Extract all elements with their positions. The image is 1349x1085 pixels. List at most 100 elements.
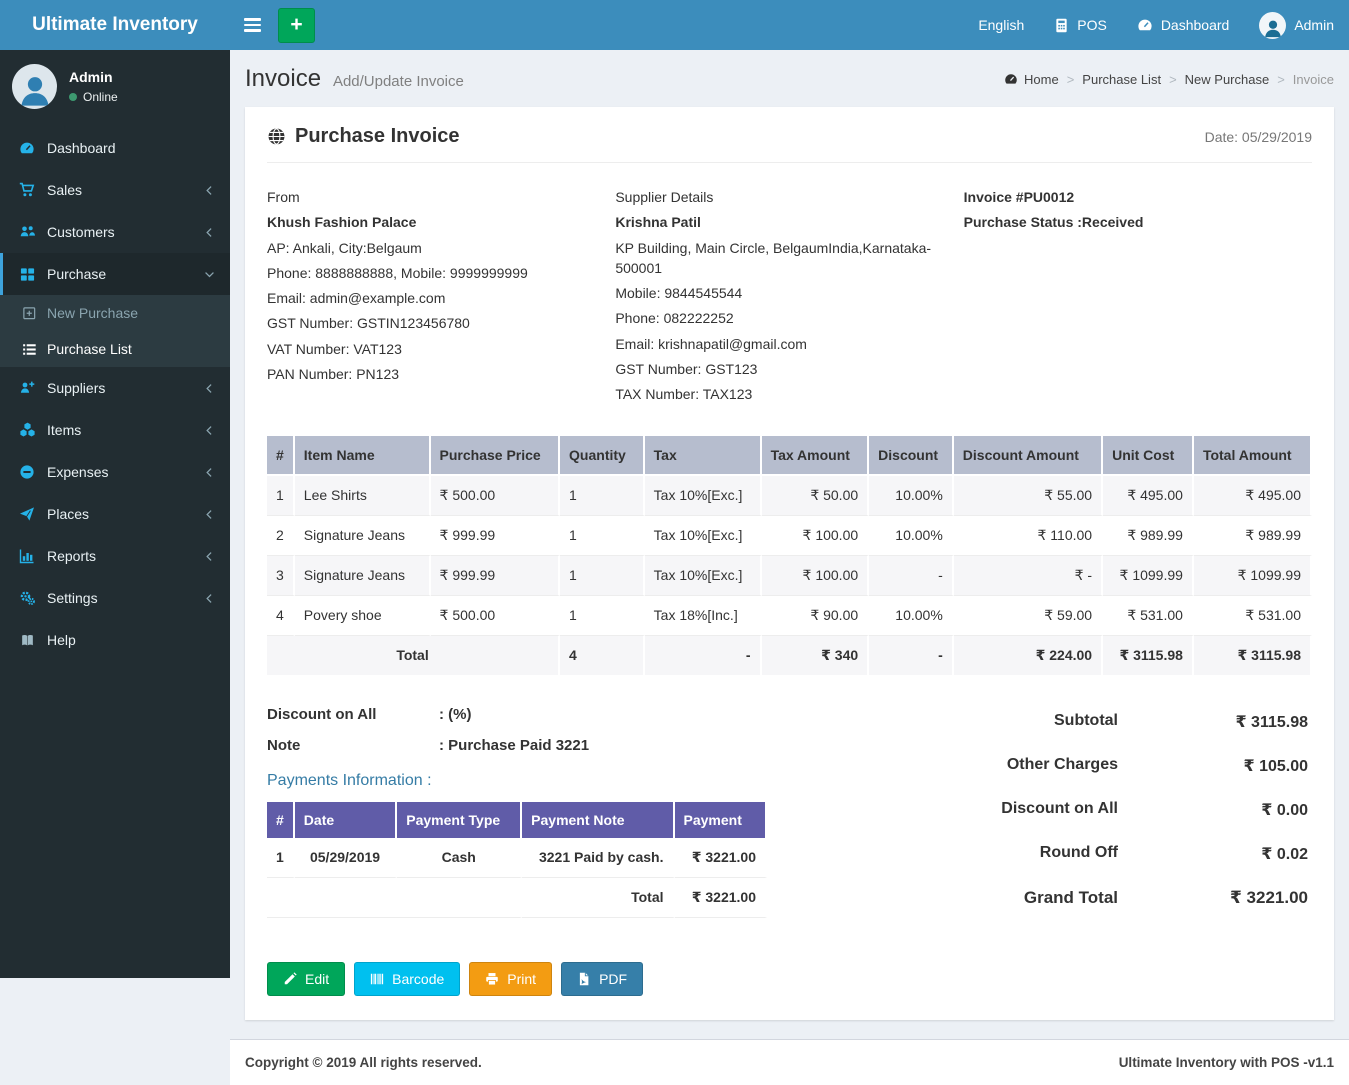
print-button-label: Print	[507, 970, 537, 987]
from-heading: From	[267, 189, 300, 205]
sidebar-item-new-purchase[interactable]: New Purchase	[0, 295, 230, 331]
pos-label: POS	[1077, 17, 1107, 33]
summary-grand-total: Grand Total ₹ 3221.00	[1023, 887, 1308, 907]
col-payment-note: Payment Note	[522, 801, 675, 838]
minus-circle-icon	[18, 464, 36, 480]
sidebar-item-items[interactable]: Items	[0, 409, 230, 451]
edit-button-label: Edit	[305, 970, 330, 987]
bar-chart-icon	[18, 548, 36, 564]
table-row: 3 Signature Jeans ₹ 999.99 1 Tax 10%[Exc…	[267, 555, 1312, 596]
note-label: Note	[267, 736, 301, 754]
card-title: Purchase Invoice	[267, 125, 460, 148]
sidebar-item-purchase-list[interactable]: Purchase List	[0, 331, 230, 367]
app-logo[interactable]: Ultimate Inventory	[0, 0, 230, 50]
supplier-name: Krishna Patil	[615, 214, 701, 231]
book-icon	[18, 633, 36, 648]
sidebar-item-reports[interactable]: Reports	[0, 535, 230, 577]
col-index: #	[267, 801, 295, 838]
dashboard-link[interactable]: Dashboard	[1122, 0, 1245, 50]
content-header: Invoice Add/Update Invoice Home > Purcha…	[230, 50, 1349, 93]
dashboard-label: Dashboard	[1160, 17, 1230, 33]
discount-on-all-value: : (%)	[439, 705, 472, 723]
breadcrumb-new-purchase[interactable]: New Purchase	[1185, 72, 1270, 87]
pdf-button[interactable]: PDF	[561, 961, 644, 996]
sidebar-item-customers[interactable]: Customers	[0, 211, 230, 253]
breadcrumb-separator: >	[1066, 71, 1075, 87]
hamburger-icon[interactable]	[230, 0, 274, 50]
summary-other-charges: Other Charges ₹ 105.00	[1006, 755, 1308, 775]
tachometer-icon	[18, 140, 36, 156]
sidebar-item-help[interactable]: Help	[0, 619, 230, 661]
sidebar-item-label: Items	[47, 422, 82, 438]
discount-on-all-label: Discount on All	[267, 705, 377, 723]
payments-header-row: # Date Payment Type Payment Note Payment	[267, 801, 767, 838]
payments-heading: Payments Information :	[267, 771, 432, 789]
supplier-tax: TAX Number: TAX123	[615, 386, 753, 403]
items-table-header-row: # Item Name Purchase Price Quantity Tax …	[267, 435, 1312, 476]
purchase-submenu: New Purchase Purchase List	[0, 295, 230, 367]
col-tax: Tax	[644, 435, 762, 476]
sidebar-user-name: Admin	[69, 69, 113, 85]
chevron-left-icon	[204, 593, 215, 604]
pdf-file-icon	[577, 972, 591, 986]
chevron-left-icon	[204, 509, 215, 520]
sidebar-item-purchase[interactable]: Purchase	[0, 253, 230, 295]
page-title: Invoice	[245, 65, 322, 92]
list-icon	[22, 342, 37, 357]
col-discount: Discount	[869, 435, 954, 476]
edit-button[interactable]: Edit	[267, 961, 346, 996]
discount-on-all-row: Discount on All : (%)	[267, 706, 767, 723]
user-plus-icon	[18, 380, 36, 396]
calculator-icon	[1054, 18, 1069, 33]
note-row: Note : Purchase Paid 3221	[267, 737, 767, 754]
sidebar-item-places[interactable]: Places	[0, 493, 230, 535]
chevron-left-icon	[204, 227, 215, 238]
col-payment: Payment	[674, 801, 767, 838]
supplier-phone: Phone: 082222252	[615, 310, 734, 327]
breadcrumb-separator: >	[1169, 71, 1177, 87]
language-menu[interactable]: English	[963, 0, 1039, 50]
main-footer: Copyright © 2019 All rights reserved. Ul…	[230, 1038, 1349, 1085]
invoice-info-row: From Khush Fashion Palace AP: Ankali, Ci…	[267, 187, 1312, 410]
gears-icon	[18, 590, 36, 606]
add-button[interactable]: +	[278, 7, 315, 43]
grid-icon	[18, 267, 36, 282]
col-payment-type: Payment Type	[397, 801, 523, 838]
pos-link[interactable]: POS	[1039, 0, 1122, 50]
from-vat: VAT Number: VAT123	[267, 340, 402, 357]
sidebar-item-label: Purchase	[47, 266, 107, 282]
barcode-button[interactable]: Barcode	[354, 961, 461, 996]
navbar-right: English POS Dashboard Admin	[963, 0, 1349, 50]
sidebar-item-label: Dashboard	[47, 140, 116, 156]
col-unit-cost: Unit Cost	[1103, 435, 1194, 476]
cart-icon	[18, 182, 36, 198]
tachometer-icon	[1004, 72, 1018, 86]
invoice-meta-block: Invoice #PU0012 Purchase Status :Receive…	[964, 187, 1312, 410]
sidebar-item-sales[interactable]: Sales	[0, 169, 230, 211]
cubes-icon	[18, 422, 36, 438]
sidebar-item-dashboard[interactable]: Dashboard	[0, 127, 230, 169]
chevron-left-icon	[204, 425, 215, 436]
breadcrumb-home[interactable]: Home	[1004, 72, 1059, 87]
sidebar-item-label: Purchase List	[47, 341, 132, 357]
breadcrumb-purchase-list[interactable]: Purchase List	[1082, 72, 1161, 87]
user-menu[interactable]: Admin	[1244, 0, 1349, 50]
from-name: Khush Fashion Palace	[267, 214, 417, 231]
sidebar-item-settings[interactable]: Settings	[0, 577, 230, 619]
col-tax-amount: Tax Amount	[761, 435, 870, 476]
sidebar-item-label: Places	[47, 506, 90, 522]
sidebar-item-label: Settings	[47, 590, 98, 606]
version-text: Ultimate Inventory with POS -v1.1	[1118, 1054, 1334, 1070]
sidebar-item-expenses[interactable]: Expenses	[0, 451, 230, 493]
chevron-down-icon	[204, 269, 215, 280]
card-title-row: Purchase Invoice Date: 05/29/2019	[267, 125, 1312, 163]
online-status-label: Online	[83, 90, 118, 104]
lower-left: Discount on All : (%) Note : Purchase Pa…	[267, 706, 767, 932]
barcode-button-label: Barcode	[392, 970, 445, 987]
supplier-heading: Supplier Details	[615, 189, 714, 205]
sidebar-item-suppliers[interactable]: Suppliers	[0, 367, 230, 409]
print-button[interactable]: Print	[469, 961, 553, 996]
globe-icon	[267, 127, 286, 146]
breadcrumb: Home > Purchase List > New Purchase > In…	[1004, 72, 1334, 87]
sidebar-menu: Dashboard Sales Customers Purchase New P…	[0, 127, 230, 661]
